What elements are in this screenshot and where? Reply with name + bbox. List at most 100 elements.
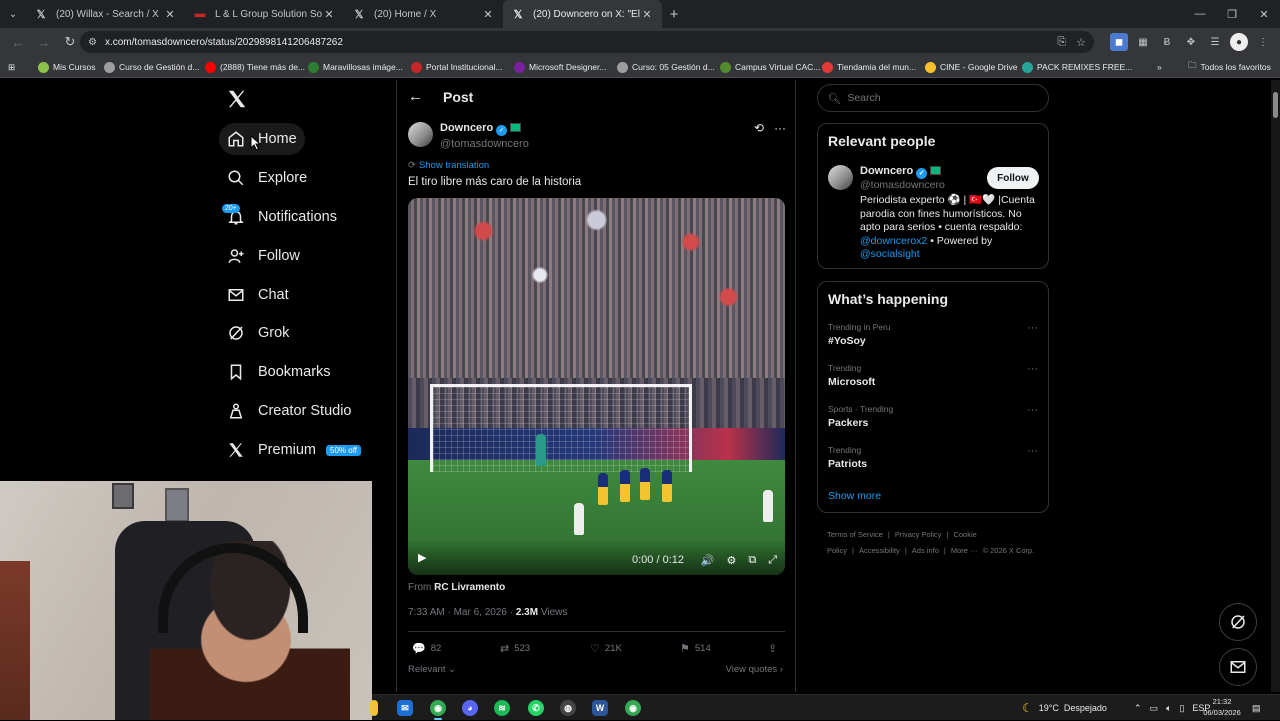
close-icon[interactable]: ✕ (640, 8, 654, 21)
file-explorer-icon[interactable] (370, 700, 378, 716)
avatar[interactable] (828, 165, 853, 190)
bookmark-item[interactable]: Maravillosas imáge... (308, 56, 403, 78)
tab-ll-group[interactable]: ▬ L & L Group Solution Sociedad ✕ (185, 0, 344, 28)
footer-link[interactable]: Terms of Service (827, 530, 883, 539)
follow-button[interactable]: Follow (987, 167, 1039, 189)
app-icon[interactable]: ◍ (560, 700, 576, 716)
like-button[interactable]: ♡ 21K (590, 642, 622, 655)
more-options-icon[interactable]: ··· (1027, 363, 1038, 375)
weather-widget[interactable]: ☾ 19°C Despejado (1022, 695, 1107, 721)
show-more-link[interactable]: Show more (828, 490, 881, 502)
nav-follow[interactable]: Follow (219, 240, 308, 272)
footer-link[interactable]: Privacy Policy (895, 530, 942, 539)
trend-item[interactable]: Trending Microsoft ··· (828, 363, 1040, 388)
reload-button[interactable]: ↻ (58, 30, 82, 54)
nav-grok[interactable]: Grok (219, 317, 297, 349)
scrollbar-thumb[interactable] (1273, 92, 1278, 118)
more-bookmarks-icon[interactable]: » (1157, 56, 1162, 78)
profile-avatar[interactable]: ● (1230, 33, 1248, 51)
new-tab-button[interactable]: + (662, 6, 686, 23)
author-name[interactable]: Downcero (440, 122, 493, 134)
taskbar-clock[interactable]: 21:32 06/03/2026 (1200, 696, 1244, 718)
search-input[interactable]: 🔍︎ Search (817, 84, 1049, 112)
bookmark-item[interactable]: Campus Virtual CAC... (720, 56, 820, 78)
outlook-icon[interactable]: ✉ (397, 700, 413, 716)
nav-premium[interactable]: Premium 50% off (219, 434, 369, 466)
url-field[interactable]: ⚙ x.com/tomasdowncero/status/20298981412… (80, 31, 1094, 53)
bookmark-item[interactable]: CINE - Google Drive (925, 56, 1017, 78)
messages-fab-button[interactable] (1219, 648, 1257, 686)
minimize-button[interactable]: — (1184, 0, 1216, 28)
spotify-icon[interactable]: ≋ (494, 700, 510, 716)
forward-button[interactable]: → (32, 30, 56, 54)
tab-search-button[interactable]: ⌄ (0, 0, 26, 28)
bookmark-item[interactable]: Curso: 05 Gestión d... (617, 56, 715, 78)
trend-item[interactable]: Trending in Peru #YoSoy ··· (828, 322, 1040, 347)
chrome-icon[interactable]: ◉ (430, 700, 446, 720)
network-icon[interactable]: ▭ (1150, 703, 1159, 714)
tab-downcero-post[interactable]: 𝕏 (20) Downcero on X: "El tiro libre ✕ (503, 0, 662, 28)
back-button[interactable]: ← (6, 30, 30, 54)
word-icon[interactable]: W (592, 700, 608, 716)
restore-button[interactable]: ❐ (1216, 0, 1248, 28)
trend-item[interactable]: Trending Patriots ··· (828, 445, 1040, 470)
footer-link[interactable]: Ads info (912, 546, 939, 555)
star-icon[interactable]: ☆ (1076, 36, 1086, 49)
more-options-icon[interactable]: ··· (1027, 322, 1038, 334)
person-handle[interactable]: @tomasdowncero (860, 179, 945, 191)
footer-link[interactable]: More ··· (951, 546, 978, 555)
author-handle[interactable]: @tomasdowncero (440, 138, 529, 150)
play-icon[interactable]: ▶ (418, 551, 434, 564)
chevron-up-icon[interactable]: ⌃ (1134, 703, 1142, 714)
back-arrow-icon[interactable]: ← (408, 88, 423, 105)
whatsapp-icon[interactable]: ✆ (528, 700, 544, 716)
post-author[interactable]: Downcero ✓ @tomasdowncero (440, 122, 529, 150)
post-timestamp[interactable]: 7:33 AM · Mar 6, 2026 · (408, 607, 513, 618)
video-player[interactable]: ▶ 0:00 / 0:12 🔊 ⚙ ⧉ ⤢ (408, 198, 785, 575)
notifications-button[interactable]: ▤ (1252, 695, 1261, 721)
site-info-icon[interactable]: ⚙ (88, 37, 97, 48)
share-button[interactable]: ⇪ (768, 642, 782, 655)
avatar[interactable] (408, 122, 433, 147)
more-options-icon[interactable]: ··· (1027, 445, 1038, 457)
volume-icon[interactable]: 🔊 (701, 554, 715, 567)
reply-button[interactable]: 💬 82 (412, 642, 441, 655)
close-icon[interactable]: ✕ (163, 8, 177, 21)
tab-willax[interactable]: 𝕏 (20) Willax - Search / X ✕ (26, 0, 185, 28)
kebab-menu-icon[interactable]: ⋮ (1254, 33, 1272, 51)
tab-home-x[interactable]: 𝕏 (20) Home / X ✕ (344, 0, 503, 28)
grok-explain-icon[interactable]: ⟲ (754, 121, 764, 135)
apps-icon[interactable]: ⊞ (8, 56, 15, 78)
extension-icon[interactable]: ◼ (1110, 33, 1128, 51)
bookmark-item[interactable]: Mis Cursos (38, 56, 96, 78)
extension-icon[interactable]: Ƀ (1158, 33, 1176, 51)
source-link[interactable]: RC Livramento (434, 582, 505, 593)
repost-button[interactable]: ⇄ 523 (500, 642, 530, 655)
install-app-icon[interactable]: ⎘ (1057, 36, 1066, 49)
footer-link[interactable]: © 2026 X Corp. (983, 546, 1035, 555)
chrome-icon[interactable]: ◉ (625, 700, 641, 716)
view-quotes-link[interactable]: View quotes › (726, 664, 783, 675)
more-options-icon[interactable]: ··· (774, 121, 786, 135)
sidepanel-icon[interactable]: ☰ (1206, 33, 1224, 51)
extension-icon[interactable]: ▦ (1134, 33, 1152, 51)
pip-icon[interactable]: ⧉ (748, 554, 756, 567)
bookmark-item[interactable]: Tiendamia del mun... (822, 56, 916, 78)
fullscreen-icon[interactable]: ⤢ (768, 554, 777, 567)
show-translation-link[interactable]: ⟳ Show translation (408, 160, 489, 171)
nav-chat[interactable]: Chat (219, 279, 297, 311)
close-icon[interactable]: ✕ (481, 8, 495, 21)
sort-dropdown[interactable]: Relevant ⌄ (408, 664, 456, 675)
puzzle-icon[interactable]: ✥ (1182, 33, 1200, 51)
page-scrollbar[interactable] (1271, 80, 1280, 692)
nav-creator-studio[interactable]: Creator Studio (219, 395, 360, 427)
bookmark-item[interactable]: Curso de Gestión d... (104, 56, 199, 78)
bookmark-item[interactable]: Portal Institucional... (411, 56, 503, 78)
bio-link[interactable]: @socialsight (860, 248, 920, 260)
close-window-button[interactable]: ✕ (1248, 0, 1280, 28)
x-logo-icon[interactable] (226, 88, 248, 110)
nav-explore[interactable]: Explore (219, 162, 315, 194)
grok-fab-button[interactable] (1219, 603, 1257, 641)
close-icon[interactable]: ✕ (322, 8, 336, 21)
all-bookmarks-folder[interactable]: 🗀 Todos los favoritos (1188, 56, 1271, 78)
